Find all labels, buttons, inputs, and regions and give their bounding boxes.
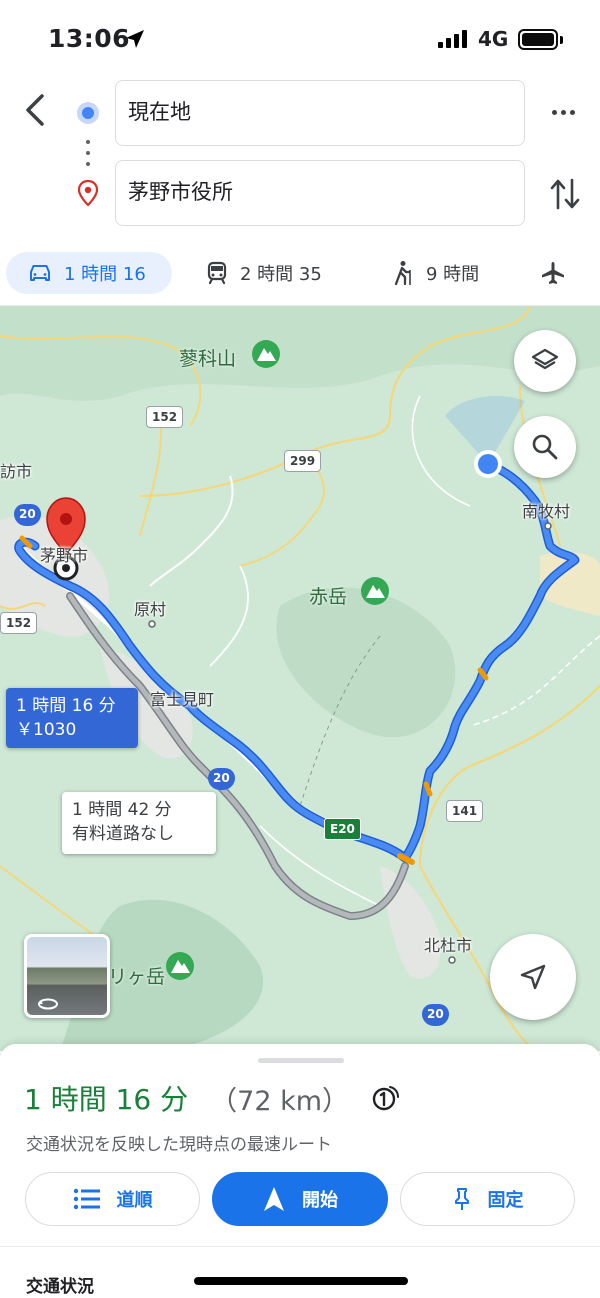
tab-car[interactable]: 1 時間 16 <box>6 252 172 294</box>
road-shield-20: 20 <box>14 504 41 526</box>
alt-callout-note: 有料道路なし <box>72 824 174 844</box>
route-callout-alternative[interactable]: 1 時間 42 分 有料道路なし <box>62 792 216 854</box>
hiking-icon <box>394 261 411 286</box>
route-callout-main[interactable]: 1 時間 16 分 ￥1030 <box>6 688 138 748</box>
road-shield-152: 152 <box>146 406 184 428</box>
route-map[interactable]: 蓼科山 原村 富士見町 赤岳 南牧村 北杜市 茅野市 訪市 リヶ岳 152 29… <box>0 306 600 1051</box>
road-shield-141: 141 <box>446 800 484 822</box>
mountain-marker-icon <box>252 340 280 368</box>
tab-walk[interactable]: 9 時間 <box>392 252 479 294</box>
location-arrow-icon <box>126 30 144 48</box>
place-label-haramura: 原村 <box>134 600 167 619</box>
place-label-minamimaki: 南牧村 <box>522 502 571 521</box>
road-shield-299: 299 <box>284 450 322 472</box>
layers-button[interactable] <box>514 330 576 392</box>
route-distance: （72 km） <box>210 1085 350 1117</box>
car-icon <box>30 265 50 281</box>
directions-header: 現在地 茅野市役所 <box>0 78 600 246</box>
road-shield-e20: E20 <box>324 818 361 840</box>
navigation-arrow-icon <box>264 1187 284 1211</box>
airplane-icon <box>542 262 564 284</box>
place-label-suwa: 訪市 <box>0 462 33 481</box>
route-callout-toll: ￥1030 <box>16 720 77 740</box>
tab-walk-label: 9 時間 <box>426 264 480 285</box>
navigation-arrow-icon <box>520 964 546 990</box>
traffic-section-title: 交通状況 <box>26 1277 94 1297</box>
tab-car-label: 1 時間 16 <box>64 264 146 285</box>
place-label-kayagatake: リヶ岳 <box>108 966 166 988</box>
start-navigation-button[interactable]: 開始 <box>212 1172 388 1226</box>
alt-callout-duration: 1 時間 42 分 <box>72 800 172 820</box>
place-label-fujimi: 富士見町 <box>150 690 215 709</box>
route-callout-duration: 1 時間 16 分 <box>16 696 116 716</box>
route-summary: 1 時間 16 分 （72 km） <box>24 1078 401 1118</box>
origin-input[interactable]: 現在地 <box>115 80 525 146</box>
road-shield-152-left: 152 <box>0 612 38 634</box>
road-shield-20-mid: 20 <box>208 768 235 790</box>
route-duration: 1 時間 16 分 <box>24 1083 189 1116</box>
pin-icon <box>454 1188 469 1210</box>
my-location-button[interactable] <box>490 934 576 1020</box>
battery-tip <box>560 36 563 44</box>
maps-directions-screen: 13:06 4G 現在地 茅野市役所 1 時間 16 2 時間 35 9 時間 … <box>0 0 600 1298</box>
tab-transit[interactable]: 2 時間 35 <box>206 252 322 294</box>
route-subtitle: 交通状況を反映した現時点の最速ルート <box>26 1135 332 1155</box>
more-options-icon[interactable] <box>546 100 580 124</box>
mountain-marker-icon <box>361 577 389 605</box>
destination-input[interactable]: 茅野市役所 <box>115 160 525 226</box>
mountain-marker-icon <box>166 952 194 980</box>
search-icon <box>532 434 558 460</box>
rotate-360-icon <box>38 998 58 1010</box>
tab-transit-label: 2 時間 35 <box>240 264 322 285</box>
sheet-drag-handle[interactable] <box>258 1058 344 1063</box>
steps-button-label: 道順 <box>116 1190 153 1211</box>
steps-button[interactable]: 道順 <box>25 1172 200 1226</box>
layers-icon <box>531 348 559 370</box>
network-type: 4G <box>478 27 509 51</box>
origin-dot-icon <box>77 102 99 124</box>
destination-pin-icon <box>78 180 98 206</box>
battery-icon <box>518 29 558 50</box>
tab-flight[interactable] <box>540 252 566 294</box>
road-shield-20-bottom: 20 <box>422 1004 449 1026</box>
pin-route-button[interactable]: 固定 <box>400 1172 575 1226</box>
place-label-hokuto: 北杜市 <box>424 936 473 955</box>
pin-button-label: 固定 <box>487 1190 524 1211</box>
route-summary-sheet[interactable]: 1 時間 16 分 （72 km） 交通状況を反映した現時点の最速ルート 道順 … <box>0 1044 600 1298</box>
place-label-chino-city: 茅野市 <box>40 546 89 565</box>
street-view-thumbnail[interactable] <box>24 934 110 1018</box>
travel-mode-tabs: 1 時間 16 2 時間 35 9 時間 <box>0 246 600 306</box>
place-label-tateshina: 蓼科山 <box>179 348 237 370</box>
status-time: 13:06 <box>48 24 131 53</box>
place-label-akadake: 赤岳 <box>309 586 348 608</box>
swap-direction-icon[interactable] <box>548 174 582 214</box>
route-number-1-icon <box>372 1086 400 1111</box>
signal-bars-icon <box>438 30 467 48</box>
sheet-divider <box>0 1246 600 1247</box>
status-bar: 13:06 4G <box>0 0 600 78</box>
home-indicator[interactable] <box>194 1277 408 1285</box>
start-button-label: 開始 <box>302 1190 338 1211</box>
list-icon <box>73 1188 100 1210</box>
search-along-route-button[interactable] <box>514 416 576 478</box>
route-dots-icon <box>86 140 90 173</box>
train-icon <box>207 261 227 285</box>
back-arrow-icon[interactable] <box>18 90 54 130</box>
